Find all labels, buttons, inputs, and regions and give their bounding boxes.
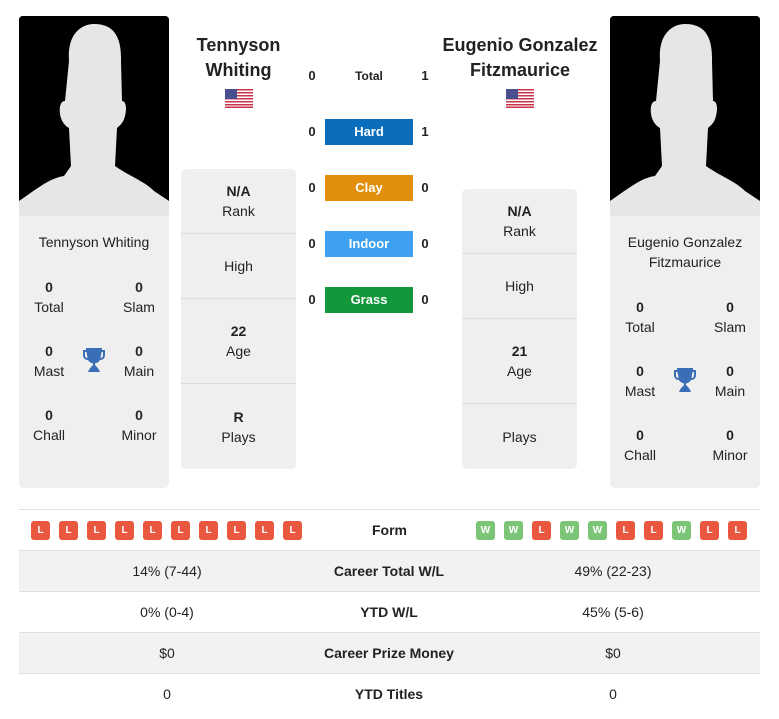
comparison-label: YTD Titles (354, 686, 424, 702)
player-header-right: Eugenio Gonzalez Fitzmaurice (440, 33, 600, 113)
h2h-right-value: 0 (421, 180, 429, 195)
titles-mast: 0 Mast (19, 341, 79, 381)
titles-total: 0 Total (625, 299, 655, 335)
titles-mast-label: Mast (33, 363, 65, 379)
stat-plays: R Plays (221, 408, 256, 445)
player-name-left[interactable]: Tennyson Whiting (170, 33, 307, 83)
player-card-name: Eugenio Gonzalez Fitzmaurice (627, 234, 743, 270)
comparison-label: Career Total W/L (333, 563, 445, 579)
form-badge-win: W (672, 521, 691, 540)
h2h-right-value: 1 (421, 124, 429, 139)
surface-badge-hard: Hard (325, 119, 413, 145)
h2h-row-clay: 0 Clay 0 (300, 175, 440, 201)
form-badge-loss: L (532, 521, 551, 540)
comparison-row: $0 Career Prize Money $0 (19, 632, 760, 673)
titles-slam: 0 Slam (109, 277, 169, 317)
titles-slam-value: 0 (135, 279, 143, 295)
titles-minor-label: Minor (121, 427, 157, 443)
trophy-icon (82, 347, 106, 373)
surface-badge-total: Total (355, 69, 383, 83)
comparison-right-value: $0 (605, 645, 621, 661)
avatar-silhouette-icon (19, 16, 169, 216)
titles-minor: 0 Minor (109, 405, 169, 445)
player-header-left: Tennyson Whiting (170, 33, 307, 113)
titles-total-value: 0 (45, 279, 53, 295)
h2h-row-indoor: 0 Indoor 0 (300, 231, 440, 257)
h2h-left-value: 0 (308, 68, 316, 83)
h2h-row-grass: 0 Grass 0 (300, 287, 440, 313)
avatar-silhouette-icon (610, 16, 760, 216)
h2h-left-value: 0 (308, 180, 316, 195)
titles-main-value: 0 (135, 343, 143, 359)
titles-main: 0 Main (714, 363, 746, 399)
h2h-left-value: 0 (308, 292, 316, 307)
stat-age: 22 Age (181, 299, 296, 384)
player-photo-right (610, 16, 760, 216)
comparison-left-value: $0 (159, 645, 175, 661)
form-badge-loss: L (616, 521, 635, 540)
stats-card-left: N/A Rank High 22 Age R Plays (181, 169, 296, 469)
trophy-icon (673, 367, 697, 393)
titles-chall: 0 Chall (624, 427, 656, 463)
h2h-right-value: 0 (421, 236, 429, 251)
titles-slam: 0 Slam (714, 299, 746, 335)
form-badge-win: W (588, 521, 607, 540)
titles-slam-label: Slam (123, 299, 155, 315)
stat-rank: N/A Rank (181, 169, 296, 234)
comparison-right-value: 49% (22-23) (574, 563, 652, 579)
titles-chall: 0 Chall (19, 405, 79, 445)
h2h-row-hard: 0 Hard 1 (300, 119, 440, 145)
form-row: LLLLLLLLLL Form WWLWWLLWLL (19, 509, 760, 550)
h2h-left-value: 0 (308, 124, 316, 139)
surface-badge-indoor: Indoor (325, 231, 413, 257)
titles-mast-value: 0 (45, 343, 53, 359)
comparison-right-value: 45% (5-6) (582, 604, 644, 620)
form-badge-win: W (504, 521, 523, 540)
titles-chall-value: 0 (45, 407, 53, 423)
player-card-name: Tennyson Whiting (38, 234, 150, 250)
comparison-left-value: 0% (0-4) (140, 604, 194, 620)
titles-total-label: Total (34, 299, 64, 315)
surface-badge-grass: Grass (325, 287, 413, 313)
player-name-right[interactable]: Eugenio Gonzalez Fitzmaurice (440, 33, 600, 83)
stat-plays: Plays (502, 428, 537, 445)
stat-age: 21 Age (462, 319, 577, 404)
form-badge-win: W (476, 521, 495, 540)
stat-high: High (181, 234, 296, 299)
h2h-row-total: 0 Total 1 (300, 63, 440, 89)
titles-total: 0 Total (19, 277, 79, 317)
form-badge-loss: L (700, 521, 719, 540)
h2h-right-value: 0 (421, 292, 429, 307)
comparison-label: YTD W/L (360, 604, 418, 620)
comparison-row: 0 YTD Titles 0 (19, 673, 760, 714)
player-card-left: Tennyson Whiting 0 Total 0 Slam 0 Mast 0 Mai… (19, 216, 169, 488)
player-photo-left (19, 16, 169, 216)
titles-main-label: Main (123, 363, 155, 379)
h2h-left-value: 0 (308, 236, 316, 251)
stat-high: High (462, 254, 577, 319)
titles-mast: 0 Mast (624, 363, 656, 399)
titles-chall-label: Chall (33, 427, 65, 443)
comparison-row: 14% (7-44) Career Total W/L 49% (22-23) (19, 550, 760, 591)
titles-main: 0 Main (109, 341, 169, 381)
us-flag-icon (224, 89, 253, 108)
titles-minor: 0 Minor (712, 427, 748, 463)
stat-rank: N/A Rank (462, 189, 577, 254)
form-badge-loss: L (728, 521, 747, 540)
us-flag-icon (506, 89, 534, 108)
comparison-label: Career Prize Money (324, 645, 454, 661)
comparison-right-value: 0 (609, 686, 617, 702)
comparison-left-value: 0 (163, 686, 171, 702)
h2h-right-value: 1 (421, 68, 429, 83)
form-badge-loss: L (644, 521, 663, 540)
form-badge-win: W (560, 521, 579, 540)
comparison-row: 0% (0-4) YTD W/L 45% (5-6) (19, 591, 760, 632)
stats-card-right: N/A Rank High 21 Age Plays (462, 189, 577, 469)
surface-badge-clay: Clay (325, 175, 413, 201)
comparison-left-value: 14% (7-44) (132, 563, 202, 579)
titles-minor-value: 0 (135, 407, 143, 423)
player-card-right: Eugenio Gonzalez Fitzmaurice 0 Total 0 Slam… (610, 216, 760, 488)
